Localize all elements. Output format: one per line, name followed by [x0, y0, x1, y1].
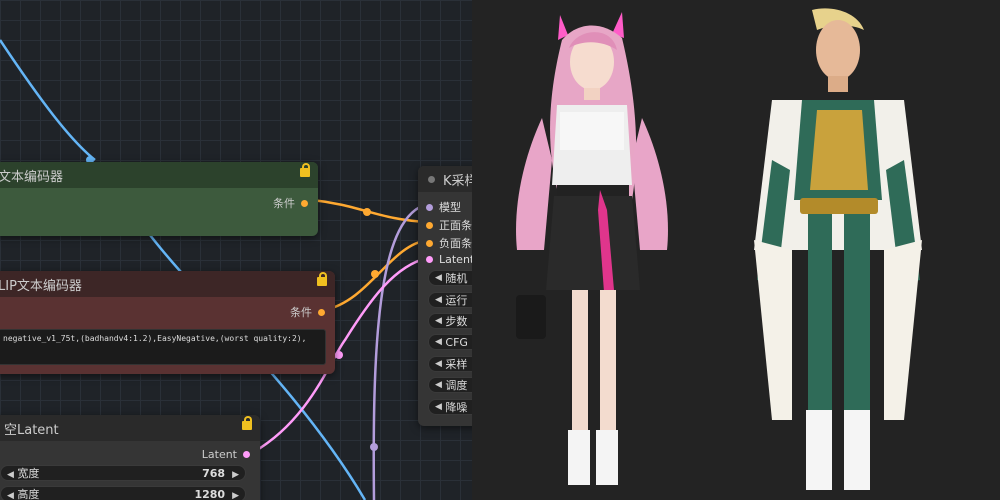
decrement-arrow-icon[interactable]: ◀ [435, 337, 442, 347]
ksampler-node[interactable]: K采样 模型 正面条件 负面条件 Latent ◀ 随机 ◀ 运行 ◀ 步数 ◀… [418, 166, 472, 426]
cfg-widget[interactable]: ◀ CFG [428, 334, 472, 350]
latent-dot-icon[interactable] [243, 451, 250, 458]
reroute-dot [335, 351, 343, 359]
reroute-dot [363, 208, 371, 216]
node-title-text: K采样 [443, 173, 472, 189]
model-dot-icon[interactable] [426, 203, 433, 211]
height-widget[interactable]: ◀ 高度 1280 ▶ [0, 486, 246, 500]
node-title[interactable]: 文本编码器 [0, 162, 318, 188]
decrement-arrow-icon[interactable]: ◀ [435, 273, 442, 283]
scheduler-widget[interactable]: ◀ 调度 [428, 377, 472, 393]
slot-label: Latent [439, 253, 472, 266]
widget-value: 768 [202, 466, 226, 480]
slot-label: 条件 [273, 197, 295, 210]
increment-arrow-icon[interactable]: ▶ [232, 470, 239, 480]
steps-widget[interactable]: ◀ 步数 [428, 313, 472, 329]
widget-label: 高度 [17, 488, 40, 500]
slot-label: Latent [201, 448, 237, 461]
clip-wire [0, 39, 96, 161]
decrement-arrow-icon[interactable]: ◀ [7, 491, 14, 500]
generated-images [516, 8, 922, 490]
input-slot-latent[interactable]: Latent [426, 253, 472, 266]
output-slot-conditioning[interactable]: 条件 [273, 195, 308, 211]
lock-icon[interactable] [317, 272, 327, 286]
reroute-dot [371, 270, 379, 278]
decrement-arrow-icon[interactable]: ◀ [435, 380, 442, 390]
input-slot-negative[interactable]: 负面条件 [426, 235, 472, 251]
output-slot-conditioning[interactable]: 条件 [290, 304, 325, 320]
width-widget[interactable]: ◀ 宽度 768 ▶ [0, 465, 246, 481]
conditioning-dot-icon[interactable] [426, 239, 433, 247]
control-widget[interactable]: ◀ 运行 [428, 292, 472, 308]
increment-arrow-icon[interactable]: ▶ [232, 491, 239, 500]
node-title-text: LIP文本编码器 [0, 278, 82, 294]
slot-label: 正面条件 [439, 219, 472, 232]
widget-value: 1280 [194, 487, 226, 500]
widget-label: CFG [445, 335, 468, 349]
prompt-textarea[interactable]: negative_v1_75t,(badhandv4:1.2),EasyNega… [0, 329, 326, 365]
slot-label: 负面条件 [439, 237, 472, 250]
node-title-text: 空Latent [4, 422, 59, 438]
slot-label: 模型 [439, 201, 461, 214]
decrement-arrow-icon[interactable]: ◀ [7, 470, 14, 480]
conditioning-dot-icon[interactable] [426, 221, 433, 229]
conditioning-dot-icon[interactable] [318, 308, 325, 316]
widget-label: 降噪 [445, 401, 468, 414]
sampler-widget[interactable]: ◀ 采样 [428, 356, 472, 372]
node-graph-canvas[interactable]: 文本编码器 条件 LIP文本编码器 条件 negative_v1_75t,(ba… [0, 0, 472, 500]
decrement-arrow-icon[interactable]: ◀ [435, 316, 442, 326]
male-character-image [754, 8, 922, 490]
widget-label: 宽度 [17, 467, 40, 480]
output-slot-latent[interactable]: Latent [202, 448, 250, 461]
decrement-arrow-icon[interactable]: ◀ [435, 359, 442, 369]
latent-dot-icon[interactable] [426, 256, 433, 263]
widget-label: 运行 [445, 294, 468, 307]
collapse-dot-icon[interactable] [428, 175, 435, 183]
slot-label: 条件 [290, 306, 312, 319]
node-title[interactable]: 空Latent [0, 415, 260, 441]
node-title[interactable]: LIP文本编码器 [0, 271, 335, 297]
female-character-image [516, 12, 668, 485]
decrement-arrow-icon[interactable]: ◀ [435, 295, 442, 305]
lock-icon[interactable] [300, 163, 310, 177]
widget-label: 步数 [445, 315, 468, 328]
input-slot-positive[interactable]: 正面条件 [426, 217, 472, 233]
positive-encoder-node[interactable]: 文本编码器 条件 [0, 162, 318, 236]
widget-label: 随机 [445, 272, 468, 285]
widget-label: 采样 [445, 358, 468, 371]
input-slot-model[interactable]: 模型 [426, 199, 461, 215]
reroute-dot [370, 443, 378, 451]
conditioning-dot-icon[interactable] [301, 199, 308, 207]
node-title-text: 文本编码器 [0, 169, 64, 185]
node-title[interactable]: K采样 [418, 166, 472, 192]
decrement-arrow-icon[interactable]: ◀ [435, 402, 442, 412]
lock-icon[interactable] [242, 416, 252, 430]
prompt-text: negative_v1_75t,(badhandv4:1.2),EasyNega… [3, 334, 307, 343]
empty-latent-node[interactable]: 空Latent Latent ◀ 宽度 768 ▶ ◀ 高度 1280 ▶ [0, 415, 260, 500]
widget-label: 调度 [445, 379, 468, 392]
negative-encoder-node[interactable]: LIP文本编码器 条件 negative_v1_75t,(badhandv4:1… [0, 271, 335, 374]
denoise-widget[interactable]: ◀ 降噪 [428, 399, 472, 415]
seed-widget[interactable]: ◀ 随机 [428, 270, 472, 286]
image-preview-panel [472, 0, 1000, 500]
